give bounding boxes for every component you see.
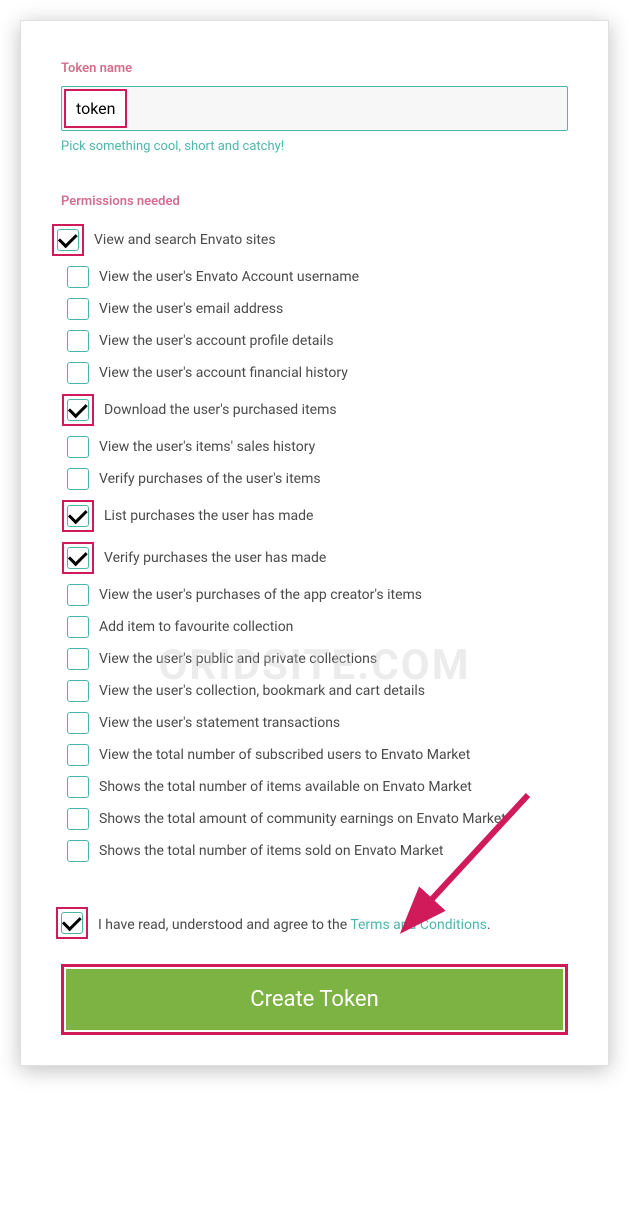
permission-row: Verify purchases the user has made bbox=[67, 537, 568, 579]
permission-row: Add item to favourite collection bbox=[67, 611, 568, 643]
token-name-value[interactable]: token bbox=[76, 99, 115, 118]
permission-label: Shows the total amount of community earn… bbox=[99, 811, 506, 827]
create-button-highlight: Create Token bbox=[61, 964, 568, 1035]
permission-row: View the user's collection, bookmark and… bbox=[67, 675, 568, 707]
permission-row: Shows the total number of items sold on … bbox=[67, 835, 568, 867]
token-form-card: Token name token Pick something cool, sh… bbox=[20, 20, 609, 1066]
permission-row: View the user's email address bbox=[67, 293, 568, 325]
permission-checkbox[interactable] bbox=[67, 436, 89, 458]
permission-checkbox[interactable] bbox=[67, 808, 89, 830]
permission-checkbox[interactable] bbox=[67, 298, 89, 320]
permission-label: View the user's account financial histor… bbox=[99, 365, 348, 381]
permission-checkbox[interactable] bbox=[67, 680, 89, 702]
permission-label: Add item to favourite collection bbox=[99, 619, 293, 635]
permission-label: List purchases the user has made bbox=[104, 508, 313, 524]
permission-row: View the user's Envato Account username bbox=[67, 261, 568, 293]
permission-checkbox[interactable] bbox=[67, 584, 89, 606]
permission-row: View the total number of subscribed user… bbox=[67, 739, 568, 771]
permission-label: View the user's statement transactions bbox=[99, 715, 340, 731]
permission-checkbox[interactable] bbox=[67, 712, 89, 734]
permissions-list: View and search Envato sites View the use… bbox=[61, 219, 568, 867]
permission-row: View the user's account profile details bbox=[67, 325, 568, 357]
permission-label: Verify purchases of the user's items bbox=[99, 471, 321, 487]
terms-text-suffix: . bbox=[487, 917, 491, 933]
terms-link[interactable]: Terms and Conditions bbox=[350, 917, 487, 933]
permission-row: View the user's statement transactions bbox=[67, 707, 568, 739]
permission-label: Verify purchases the user has made bbox=[104, 550, 326, 566]
token-name-input-highlight: token bbox=[64, 89, 127, 128]
permission-label: View the user's collection, bookmark and… bbox=[99, 683, 425, 699]
permission-checkbox[interactable] bbox=[67, 399, 89, 421]
permission-checkbox[interactable] bbox=[67, 330, 89, 352]
permission-checkbox[interactable] bbox=[67, 744, 89, 766]
permission-checkbox[interactable] bbox=[67, 468, 89, 490]
permission-checkbox-highlight bbox=[52, 224, 84, 256]
permission-row: Verify purchases of the user's items bbox=[67, 463, 568, 495]
permission-checkbox[interactable] bbox=[67, 266, 89, 288]
permission-label: View the user's public and private colle… bbox=[99, 651, 377, 667]
create-token-button[interactable]: Create Token bbox=[66, 969, 563, 1030]
permission-row: View the user's items' sales history bbox=[67, 431, 568, 463]
permission-row: View the user's account financial histor… bbox=[67, 357, 568, 389]
permission-checkbox[interactable] bbox=[67, 362, 89, 384]
permission-row: Shows the total number of items availabl… bbox=[67, 771, 568, 803]
terms-text-container: I have read, understood and agree to the… bbox=[98, 914, 491, 933]
terms-text-prefix: I have read, understood and agree to the bbox=[98, 917, 350, 933]
permission-label: View the user's items' sales history bbox=[99, 439, 315, 455]
permission-checkbox[interactable] bbox=[67, 505, 89, 527]
permission-row: List purchases the user has made bbox=[67, 495, 568, 537]
permission-checkbox-highlight bbox=[62, 500, 94, 532]
permission-row: View the user's public and private colle… bbox=[67, 643, 568, 675]
permission-checkbox[interactable] bbox=[57, 229, 79, 251]
permission-checkbox[interactable] bbox=[67, 547, 89, 569]
permission-row: View the user's purchases of the app cre… bbox=[67, 579, 568, 611]
token-name-input-wrap: token bbox=[61, 86, 568, 131]
token-name-hint: Pick something cool, short and catchy! bbox=[61, 139, 568, 154]
terms-row: I have read, understood and agree to the… bbox=[61, 907, 568, 939]
permission-row: Shows the total amount of community earn… bbox=[67, 803, 568, 835]
permission-label: View the user's Envato Account username bbox=[99, 269, 359, 285]
permission-checkbox[interactable] bbox=[67, 840, 89, 862]
permission-label: View and search Envato sites bbox=[94, 232, 276, 248]
permission-label: Download the user's purchased items bbox=[104, 402, 337, 418]
permission-checkbox-highlight bbox=[62, 394, 94, 426]
permission-label: Shows the total number of items availabl… bbox=[99, 779, 472, 795]
permission-label: Shows the total number of items sold on … bbox=[99, 843, 443, 859]
terms-checkbox-highlight bbox=[56, 907, 88, 939]
permission-checkbox[interactable] bbox=[67, 616, 89, 638]
permission-label: View the total number of subscribed user… bbox=[99, 747, 470, 763]
terms-checkbox[interactable] bbox=[61, 912, 83, 934]
permission-checkbox-highlight bbox=[62, 542, 94, 574]
permissions-section: Permissions needed View and search Envat… bbox=[61, 194, 568, 867]
token-name-label: Token name bbox=[61, 61, 568, 76]
permission-label: View the user's purchases of the app cre… bbox=[99, 587, 422, 603]
permission-row: Download the user's purchased items bbox=[67, 389, 568, 431]
permission-label: View the user's account profile details bbox=[99, 333, 334, 349]
permissions-label: Permissions needed bbox=[61, 194, 568, 209]
permission-checkbox[interactable] bbox=[67, 776, 89, 798]
permission-checkbox[interactable] bbox=[67, 648, 89, 670]
permission-row: View and search Envato sites bbox=[57, 219, 568, 261]
permission-label: View the user's email address bbox=[99, 301, 283, 317]
